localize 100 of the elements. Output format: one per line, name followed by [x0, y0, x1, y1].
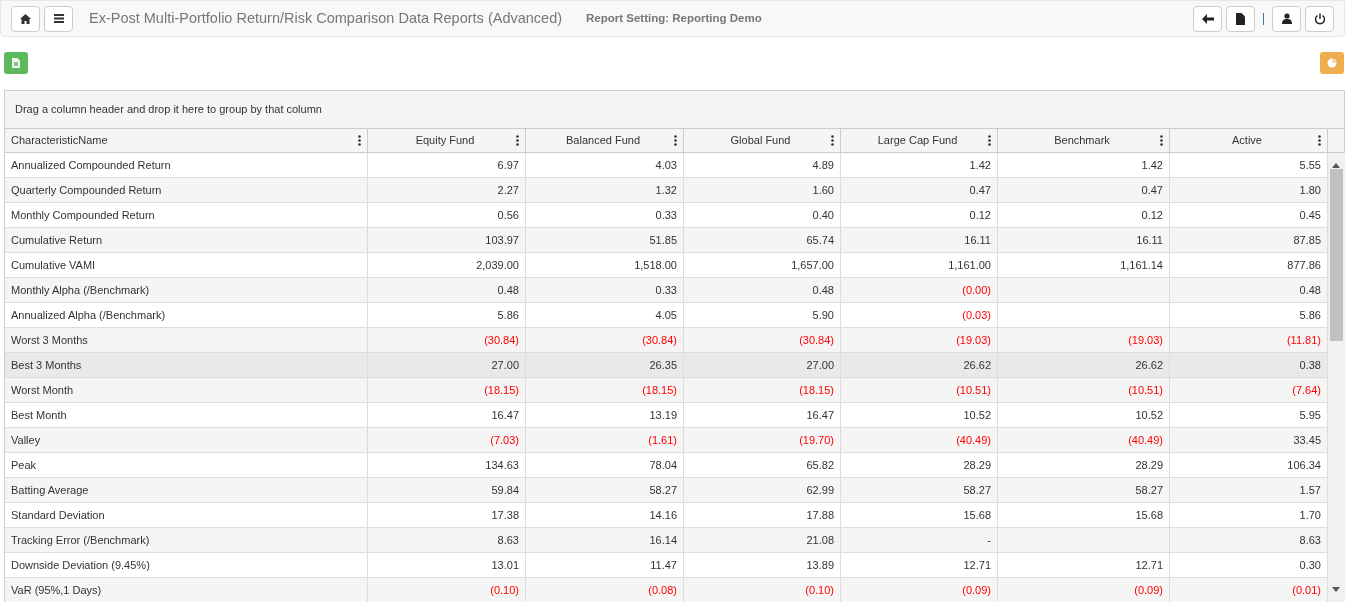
user-icon	[1281, 13, 1292, 24]
table-cell-text: (18.15)	[799, 382, 834, 398]
table-cell-text: (0.08)	[648, 582, 677, 598]
table-cell-text: 2.27	[497, 182, 519, 198]
column-header[interactable]: Large Cap Fund	[847, 132, 988, 149]
table-cell-text: 10.52	[963, 407, 991, 423]
power-button[interactable]	[1305, 5, 1334, 32]
row-label: Tracking Error (/Benchmark)	[11, 532, 150, 548]
table-cell-text: (11.81)	[1286, 332, 1321, 348]
table-cell-text: (0.10)	[805, 582, 834, 598]
table-cell-text: 1.42	[969, 157, 991, 173]
table-cell-text: 58.27	[649, 482, 677, 498]
table-cell-text: 0.45	[1299, 207, 1321, 223]
user-button[interactable]	[1272, 5, 1301, 32]
column-menu-icon[interactable]	[988, 135, 991, 146]
column-menu-icon[interactable]	[358, 135, 361, 146]
table-cell-text: 12.71	[1135, 557, 1163, 573]
column-header[interactable]: Benchmark	[1004, 132, 1160, 149]
table-cell-text: 33.45	[1293, 432, 1321, 448]
row-label: Cumulative VAMI	[11, 257, 96, 273]
table-cell-text: 0.47	[969, 182, 991, 198]
report-setting-label: Report Setting: Reporting Demo	[586, 10, 762, 26]
table-cell-text: 1,161.14	[1120, 257, 1163, 273]
menu-button[interactable]	[44, 5, 73, 32]
column-menu-icon[interactable]	[831, 135, 834, 146]
table-cell-text: (30.84)	[799, 332, 834, 348]
table-row[interactable]: VaR (95%,1 Days) (0.10) (0.08) (0.10) (0.09) (0.09) (0.01)	[5, 578, 1328, 602]
table-cell-text: (0.01)	[1292, 582, 1321, 598]
table-cell-text: 16.47	[806, 407, 834, 423]
home-icon	[20, 13, 31, 24]
row-label: Standard Deviation	[11, 507, 105, 523]
table-cell-text: 65.82	[806, 457, 834, 473]
table-row[interactable]: Monthly Alpha (/Benchmark) 0.48 0.33 0.48 (0.00) 0.48	[5, 278, 1328, 303]
table-cell-text: 106.34	[1287, 457, 1321, 473]
table-row[interactable]: Quarterly Compounded Return 2.27 1.32 1.60 0.47 0.47 1.80	[5, 178, 1328, 203]
table-cell-text: 1.70	[1299, 507, 1321, 523]
table-cell-text: 1.42	[1141, 157, 1163, 173]
table-cell-text: 27.00	[806, 357, 834, 373]
table-cell-text: (30.84)	[484, 332, 519, 348]
table-cell-text: (7.03)	[490, 432, 519, 448]
table-row[interactable]: Worst Month (18.15) (18.15) (18.15) (10.51) (10.51) (7.64)	[5, 378, 1328, 403]
table-cell-text: 26.62	[1135, 357, 1163, 373]
row-label: Annualized Compounded Return	[11, 157, 171, 173]
back-button[interactable]	[1193, 5, 1222, 32]
table-row[interactable]: Cumulative Return 103.97 51.85 65.74 16.11 16.11 87.85	[5, 228, 1328, 253]
table-cell-text: 15.68	[963, 507, 991, 523]
row-label: Quarterly Compounded Return	[11, 182, 162, 198]
table-cell-text: 87.85	[1293, 232, 1321, 248]
scrollbar-thumb[interactable]	[1330, 169, 1343, 341]
column-menu-icon[interactable]	[674, 135, 677, 146]
table-cell-text: 5.86	[1299, 307, 1321, 323]
document-button[interactable]	[1226, 5, 1255, 32]
table-cell-text: 0.12	[969, 207, 991, 223]
table-cell-text: (30.84)	[642, 332, 677, 348]
table-row[interactable]: Best 3 Months 27.00 26.35 27.00 26.62 26.62 0.38	[5, 353, 1328, 378]
column-menu-icon[interactable]	[516, 135, 519, 146]
table-cell-text: 1,161.00	[948, 257, 991, 273]
table-cell-text: (1.61)	[648, 432, 677, 448]
group-by-hint: Drag a column header and drop it here to group by that column	[15, 102, 322, 118]
table-cell-text: (18.15)	[484, 382, 519, 398]
table-cell-text: (19.70)	[799, 432, 834, 448]
column-header[interactable]: Active	[1176, 132, 1318, 149]
column-header[interactable]: CharacteristicName	[11, 132, 358, 149]
table-cell-text: 5.86	[497, 307, 519, 323]
column-header[interactable]: Balanced Fund	[532, 132, 674, 149]
table-cell-text: (0.00)	[962, 282, 991, 298]
row-label: Batting Average	[11, 482, 89, 498]
row-label: Valley	[11, 432, 41, 448]
table-row[interactable]: Worst 3 Months (30.84) (30.84) (30.84) (19.03) (19.03) (11.81)	[5, 328, 1328, 353]
table-cell-text: 0.12	[1141, 207, 1163, 223]
column-header[interactable]: Equity Fund	[374, 132, 516, 149]
table-cell-text: 13.01	[491, 557, 519, 573]
column-header[interactable]: Global Fund	[690, 132, 831, 149]
table-cell-text: 65.74	[806, 232, 834, 248]
table-row[interactable]: Batting Average 59.84 58.27 62.99 58.27 58.27 1.57	[5, 478, 1328, 503]
table-cell-text: 1.80	[1299, 182, 1321, 198]
table-cell-text: 0.38	[1299, 357, 1321, 373]
scrollbar[interactable]	[1328, 153, 1345, 602]
row-label: VaR (95%,1 Days)	[11, 582, 102, 598]
table-cell-text: (19.03)	[956, 332, 991, 348]
table-cell-text: 2,039.00	[476, 257, 519, 273]
column-menu-icon[interactable]	[1318, 135, 1321, 146]
document-icon	[1236, 12, 1245, 25]
table-cell-text: 0.56	[497, 207, 519, 223]
table-cell-text: 17.88	[806, 507, 834, 523]
table-cell-text: 0.48	[1299, 282, 1321, 298]
table-cell-text: 10.52	[1135, 407, 1163, 423]
table-cell-text: 6.97	[497, 157, 519, 173]
column-menu-icon[interactable]	[1160, 135, 1163, 146]
table-cell-text: 4.89	[812, 157, 834, 173]
table-cell-text: 0.47	[1141, 182, 1163, 198]
table-cell-text: 13.89	[806, 557, 834, 573]
table-row[interactable]: Valley (7.03) (1.61) (19.70) (40.49) (40.49) 33.45	[5, 428, 1328, 453]
home-button[interactable]	[11, 5, 40, 32]
scroll-down-icon[interactable]	[1332, 587, 1340, 593]
table-cell-text: 8.63	[497, 532, 519, 548]
table-cell-text: 26.35	[649, 357, 677, 373]
table-cell-text: 16.11	[1136, 232, 1163, 248]
table-row[interactable]: Tracking Error (/Benchmark) 8.63 16.14 21.08 - 8.63	[5, 528, 1328, 553]
row-label: Monthly Alpha (/Benchmark)	[11, 282, 150, 298]
